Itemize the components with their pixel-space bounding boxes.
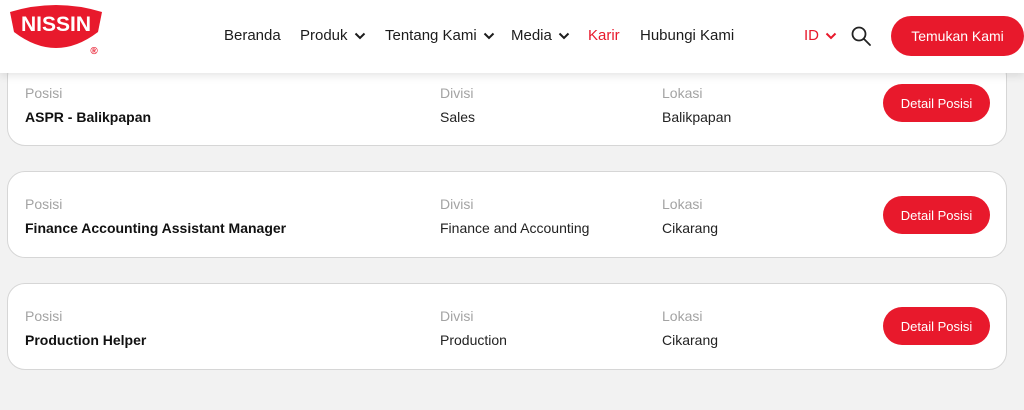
division-value: Finance and Accounting <box>440 220 590 236</box>
detail-position-button[interactable]: Detail Posisi <box>883 84 990 122</box>
location-value: Cikarang <box>662 220 719 236</box>
position-label: Posisi <box>25 196 63 212</box>
location-column: Lokasi Cikarang <box>662 196 718 236</box>
svg-text:NISSIN: NISSIN <box>21 13 91 36</box>
division-label: Divisi <box>440 85 474 101</box>
nav-item-hubungi-kami[interactable]: Hubungi Kami <box>640 27 734 44</box>
nav-label: Hubungi Kami <box>640 27 735 44</box>
nav-item-karir[interactable]: Karir <box>588 27 620 44</box>
position-value: Finance Accounting Assistant Manager <box>25 220 287 236</box>
nav-item-beranda[interactable]: Beranda <box>224 27 281 44</box>
division-value: Production <box>440 332 507 348</box>
location-column: Lokasi Balikpapan <box>662 85 731 125</box>
nav-label: Karir <box>588 27 620 44</box>
division-column: Divisi Finance and Accounting <box>440 196 589 236</box>
chevron-down-icon <box>354 32 365 39</box>
chevron-down-icon <box>483 32 494 39</box>
nissin-logo[interactable]: NISSIN ® <box>6 2 106 58</box>
nav-label: Beranda <box>224 27 281 44</box>
position-column: Posisi Production Helper <box>25 308 146 348</box>
division-label: Divisi <box>440 308 474 324</box>
position-label: Posisi <box>25 85 63 101</box>
position-column: Posisi ASPR - Balikpapan <box>25 85 151 125</box>
nav-item-produk[interactable]: Produk <box>300 27 366 44</box>
nav-label: Media <box>511 27 552 44</box>
job-card: Posisi Production Helper Divisi Producti… <box>7 283 1007 370</box>
nav-item-tentang-kami[interactable]: Tentang Kami <box>385 27 495 44</box>
job-card: Posisi Finance Accounting Assistant Mana… <box>7 171 1007 258</box>
division-column: Divisi Production <box>440 308 507 348</box>
location-value: Cikarang <box>662 332 719 348</box>
site-header: NISSIN ® Beranda Produk Tentang Kami Med… <box>0 0 1024 73</box>
location-label: Lokasi <box>662 85 703 101</box>
division-column: Divisi Sales <box>440 85 475 125</box>
division-value: Sales <box>440 109 476 125</box>
location-label: Lokasi <box>662 196 703 212</box>
chevron-down-icon <box>825 32 837 39</box>
position-value: Production Helper <box>25 332 147 348</box>
search-icon[interactable] <box>850 25 872 47</box>
svg-text:®: ® <box>90 46 98 57</box>
language-label: ID <box>804 27 819 44</box>
detail-position-button[interactable]: Detail Posisi <box>883 196 990 234</box>
find-us-button[interactable]: Temukan Kami <box>891 16 1024 56</box>
nav-label: Tentang Kami <box>385 27 477 44</box>
language-selector[interactable]: ID <box>804 27 837 44</box>
position-label: Posisi <box>25 308 63 324</box>
division-label: Divisi <box>440 196 474 212</box>
detail-position-button[interactable]: Detail Posisi <box>883 307 990 345</box>
position-column: Posisi Finance Accounting Assistant Mana… <box>25 196 286 236</box>
nav-label: Produk <box>300 27 348 44</box>
position-value: ASPR - Balikpapan <box>25 109 152 125</box>
location-label: Lokasi <box>662 308 703 324</box>
location-value: Balikpapan <box>662 109 732 125</box>
nav-item-media[interactable]: Media <box>511 27 570 44</box>
location-column: Lokasi Cikarang <box>662 308 718 348</box>
chevron-down-icon <box>558 32 570 39</box>
